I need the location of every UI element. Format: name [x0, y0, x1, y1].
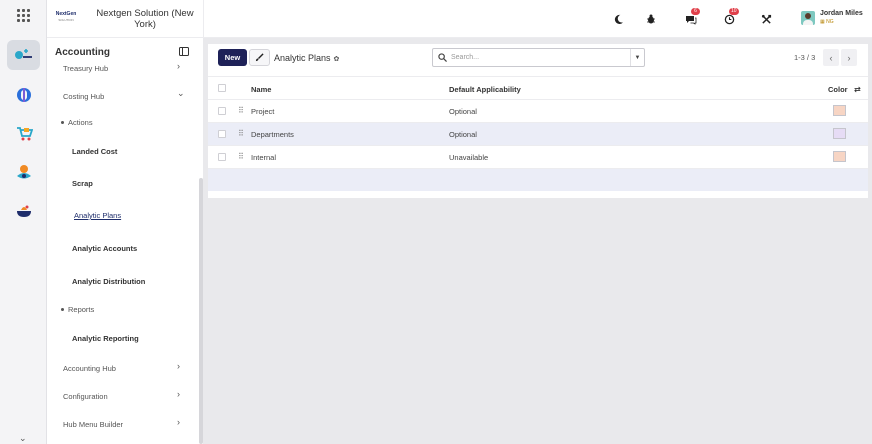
sidebar-section-reports: Reports	[60, 305, 95, 314]
sidebar-section-actions: Actions	[61, 118, 93, 127]
row-applicability: Optional	[449, 107, 477, 116]
cooking-app-icon[interactable]	[7, 196, 40, 226]
app-grid-icon[interactable]	[17, 9, 30, 22]
sidebar-item-accounting-hub[interactable]: Accounting Hub	[63, 364, 116, 373]
row-applicability: Optional	[449, 130, 477, 139]
discuss-app-icon[interactable]	[7, 80, 40, 110]
chevron-down-icon[interactable]: ⌄	[177, 88, 185, 99]
avatar	[801, 11, 815, 25]
sidebar-item-analytic-distribution[interactable]: Analytic Distribution	[72, 277, 145, 286]
pager-value[interactable]: 1-3 / 3	[794, 53, 815, 62]
moon-icon[interactable]	[610, 11, 626, 27]
pager-next-button[interactable]: ›	[841, 49, 857, 66]
chevron-down-icon[interactable]: ⌄	[19, 433, 27, 444]
brush-icon[interactable]	[249, 49, 270, 66]
row-checkbox[interactable]	[218, 153, 226, 161]
sidebar-item-scrap[interactable]: Scrap	[72, 179, 93, 188]
sidebar-toggle-icon[interactable]	[179, 47, 189, 56]
new-button[interactable]: New	[218, 49, 247, 66]
user-name: Jordan Miles	[820, 10, 863, 17]
header-divider	[203, 0, 204, 38]
chevron-right-icon[interactable]: ›	[177, 417, 180, 427]
page-title: Analytic Plans ✿	[274, 53, 340, 63]
top-header: NextGen SOLUTION Nextgen Solution (New Yo…	[47, 0, 872, 38]
company-name[interactable]: Nextgen Solution (New York)	[89, 8, 201, 30]
column-header-name[interactable]: Name	[251, 85, 271, 94]
chevron-right-icon[interactable]: ›	[177, 389, 180, 399]
sidebar-item-analytic-reporting[interactable]: Analytic Reporting	[72, 334, 139, 343]
sales-app-icon[interactable]	[7, 118, 40, 148]
sidebar-item-costing-hub[interactable]: Costing Hub	[63, 92, 104, 101]
user-menu[interactable]: Jordan Miles ▦ NG	[801, 10, 869, 28]
sidebar-item-treasury-hub[interactable]: Treasury Hub	[63, 64, 108, 73]
gear-icon[interactable]: ✿	[334, 55, 340, 63]
chat-badge: 6	[691, 8, 700, 15]
search-icon	[438, 53, 447, 64]
app-rail: ⌄	[0, 0, 47, 444]
accounting-app-icon[interactable]	[7, 40, 40, 70]
table-row[interactable]: ⠿ Departments Optional	[208, 123, 868, 146]
color-swatch[interactable]	[833, 105, 846, 116]
sidebar-item-configuration[interactable]: Configuration	[63, 392, 108, 401]
drag-handle-icon[interactable]: ⠿	[238, 106, 244, 115]
search-input[interactable]: Search... ▼	[432, 48, 645, 67]
clock-icon[interactable]: 10	[721, 8, 739, 27]
activity-badge: 10	[729, 8, 739, 15]
color-swatch[interactable]	[833, 128, 846, 139]
sidebar-title: Accounting	[55, 47, 110, 58]
optional-columns-icon[interactable]: ⇄	[854, 85, 861, 94]
pager-previous-button[interactable]: ‹	[823, 49, 839, 66]
row-checkbox[interactable]	[218, 130, 226, 138]
row-name: Project	[251, 107, 275, 116]
chat-icon[interactable]: 6	[683, 8, 700, 27]
contacts-app-icon[interactable]	[7, 157, 40, 187]
sidebar-item-analytic-accounts[interactable]: Analytic Accounts	[72, 244, 137, 253]
bug-icon[interactable]	[643, 11, 659, 27]
tools-icon[interactable]	[758, 11, 774, 27]
analytic-plans-table: Name Default Applicability Color ⇄ ⠿ Pro…	[208, 76, 868, 191]
chevron-right-icon[interactable]: ›	[177, 361, 180, 371]
sidebar-menu: Accounting Treasury Hub › Costing Hub ⌄ …	[47, 38, 203, 444]
sidebar-item-hub-menu-builder[interactable]: Hub Menu Builder	[63, 420, 123, 429]
row-name: Internal	[251, 153, 277, 162]
search-placeholder: Search...	[451, 54, 480, 61]
table-row[interactable]: ⠿ Internal Unavailable	[208, 146, 868, 169]
column-header-color[interactable]: Color	[828, 85, 848, 94]
column-header-applicability[interactable]: Default Applicability	[449, 85, 521, 94]
table-empty-row	[208, 169, 868, 191]
color-swatch[interactable]	[833, 151, 846, 162]
sidebar-item-analytic-plans[interactable]: Analytic Plans	[74, 211, 121, 220]
select-all-checkbox[interactable]	[218, 84, 226, 92]
search-dropdown-toggle[interactable]: ▼	[630, 49, 644, 66]
user-org-label: ▦ NG	[820, 19, 834, 25]
list-view: New Analytic Plans ✿ Search... ▼ 1-3 / 3 …	[208, 44, 868, 198]
row-name: Departments	[251, 130, 294, 139]
sidebar-item-landed-cost[interactable]: Landed Cost	[72, 147, 117, 156]
sidebar-scrollbar[interactable]	[199, 178, 203, 444]
drag-handle-icon[interactable]: ⠿	[238, 152, 244, 161]
table-header: Name Default Applicability Color ⇄	[208, 76, 868, 100]
company-logo: NextGen SOLUTION	[55, 11, 77, 22]
row-checkbox[interactable]	[218, 107, 226, 115]
table-row[interactable]: ⠿ Project Optional	[208, 100, 868, 123]
chevron-right-icon[interactable]: ›	[177, 61, 180, 71]
drag-handle-icon[interactable]: ⠿	[238, 129, 244, 138]
row-applicability: Unavailable	[449, 153, 489, 162]
